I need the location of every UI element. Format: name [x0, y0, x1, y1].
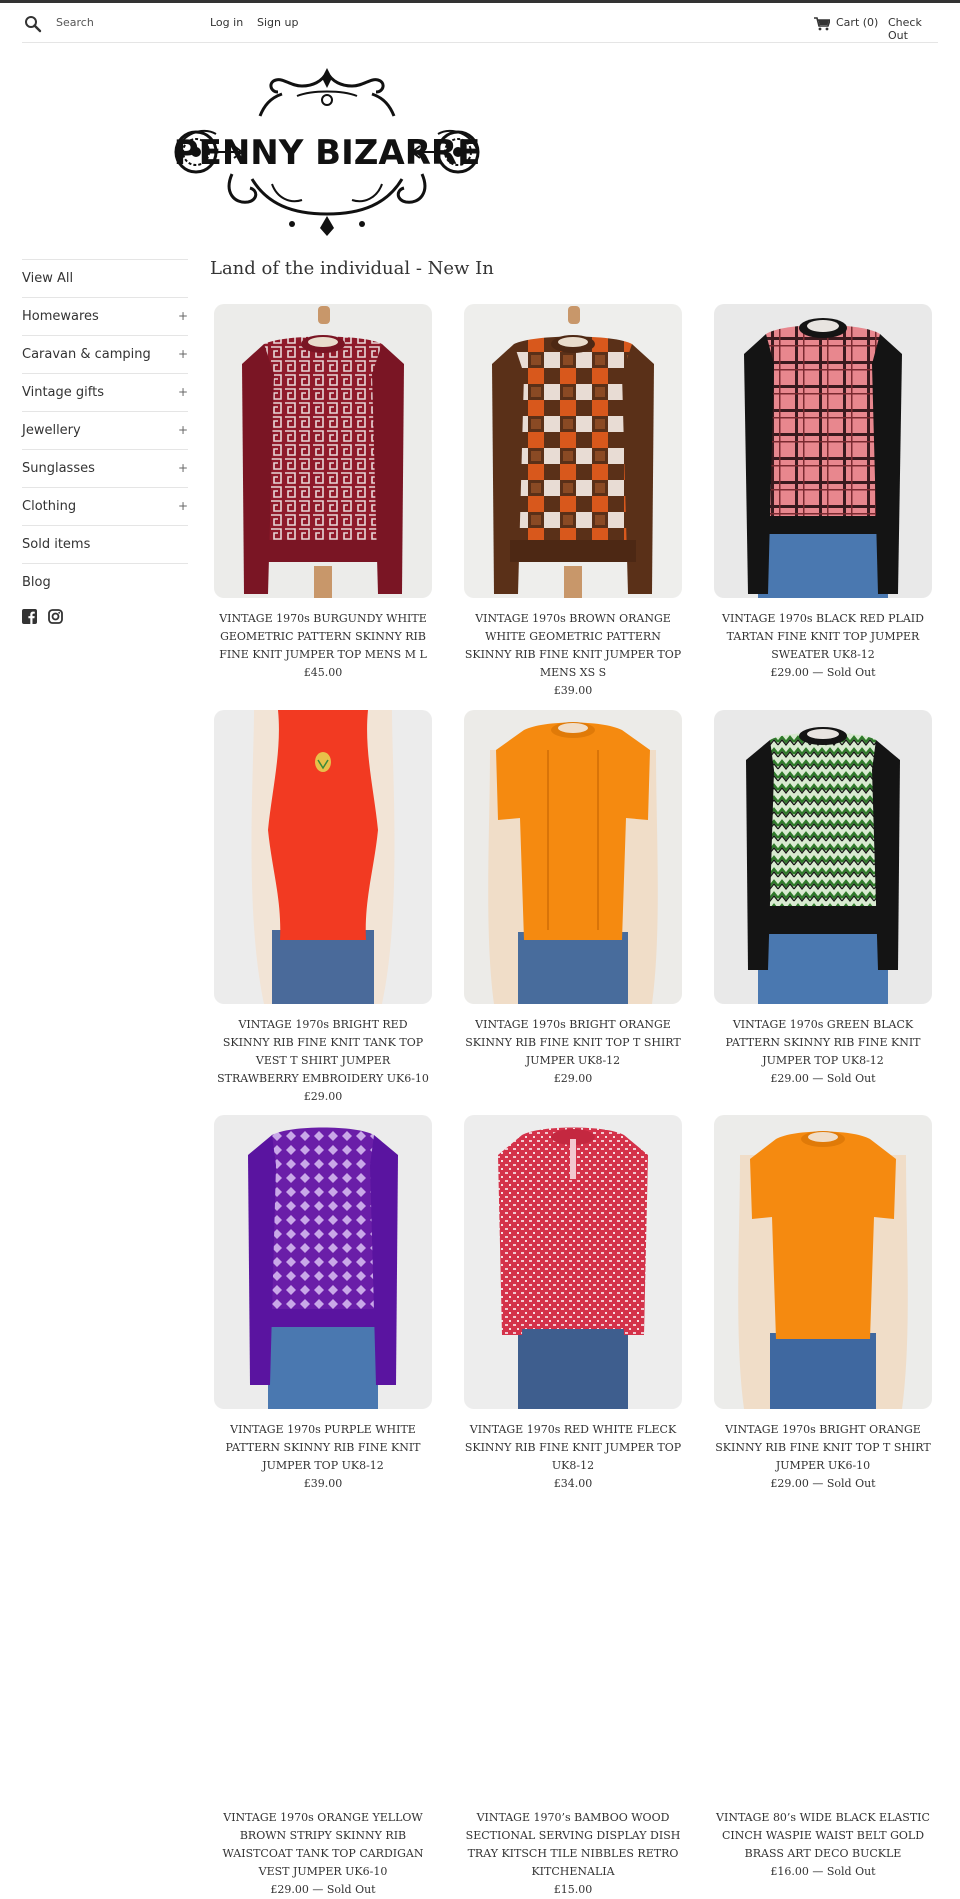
product-card[interactable]: VINTAGE 1970s BURGUNDY WHITE GEOMETRIC P… [212, 304, 434, 682]
product-price: £16.00 — Sold Out [770, 1865, 876, 1878]
sidebar-item-vintage-gifts[interactable]: Vintage gifts + [22, 373, 188, 411]
product-price: £29.00 [303, 1090, 343, 1103]
site-logo[interactable]: PENNY BIZARRE [172, 64, 482, 239]
product-title[interactable]: VINTAGE 1970s ORANGE YELLOW BROWN STRIPY… [212, 1809, 434, 1881]
collection-title: Land of the individual - New In [210, 258, 494, 279]
product-title[interactable]: VINTAGE 1970s BLACK RED PLAID TARTAN FIN… [712, 610, 934, 664]
product-title[interactable]: VINTAGE 1970’s BAMBOO WOOD SECTIONAL SER… [462, 1809, 684, 1881]
sidebar-item-caravan-camping[interactable]: Caravan & camping + [22, 335, 188, 373]
facebook-icon[interactable] [22, 609, 37, 628]
sidebar-nav: View All Homewares + Caravan & camping +… [22, 259, 188, 624]
expand-icon[interactable]: + [178, 450, 188, 487]
product-card[interactable]: VINTAGE 1970s BRIGHT ORANGE SKINNY RIB F… [462, 710, 684, 1088]
sidebar-item-label: Sold items [22, 537, 91, 552]
product-price: £15.00 [553, 1883, 593, 1896]
product-card[interactable]: VINTAGE 1970s GREEN BLACK PATTERN SKINNY… [712, 710, 934, 1088]
sidebar-item-homewares[interactable]: Homewares + [22, 297, 188, 335]
product-card[interactable]: VINTAGE 1970s ORANGE YELLOW BROWN STRIPY… [212, 1809, 434, 1899]
sidebar-item-label: Homewares [22, 309, 99, 324]
sidebar-item-label: Blog [22, 575, 51, 590]
sidebar-item-view-all[interactable]: View All [22, 259, 188, 297]
expand-icon[interactable]: + [178, 374, 188, 411]
product-image[interactable] [214, 710, 432, 1004]
product-image[interactable] [214, 304, 432, 598]
instagram-icon[interactable] [48, 609, 63, 628]
product-image[interactable] [714, 710, 932, 1004]
product-card[interactable]: VINTAGE 1970s BLACK RED PLAID TARTAN FIN… [712, 304, 934, 682]
product-card[interactable]: VINTAGE 1970’s BAMBOO WOOD SECTIONAL SER… [462, 1809, 684, 1899]
sidebar-item-blog[interactable]: Blog [22, 563, 188, 601]
sidebar-item-sunglasses[interactable]: Sunglasses + [22, 449, 188, 487]
product-title[interactable]: VINTAGE 1970s BRIGHT ORANGE SKINNY RIB F… [712, 1421, 934, 1475]
product-price: £39.00 [553, 684, 593, 697]
sidebar-item-clothing[interactable]: Clothing + [22, 487, 188, 525]
product-title[interactable]: VINTAGE 80’s WIDE BLACK ELASTIC CINCH WA… [712, 1809, 934, 1863]
cart-icon[interactable] [814, 16, 832, 31]
sidebar-item-label: Vintage gifts [22, 385, 104, 400]
product-image[interactable] [464, 710, 682, 1004]
product-price: £45.00 [303, 666, 343, 679]
product-title[interactable]: VINTAGE 1970s GREEN BLACK PATTERN SKINNY… [712, 1016, 934, 1070]
product-price: £34.00 [553, 1477, 593, 1490]
product-card[interactable]: VINTAGE 1970s BRIGHT ORANGE SKINNY RIB F… [712, 1115, 934, 1493]
sidebar-item-label: Jewellery [22, 423, 81, 438]
product-price: £29.00 — Sold Out [770, 666, 876, 679]
product-image[interactable] [214, 1115, 432, 1409]
product-title[interactable]: VINTAGE 1970s BURGUNDY WHITE GEOMETRIC P… [212, 610, 434, 664]
expand-icon[interactable]: + [178, 488, 188, 525]
product-title[interactable]: VINTAGE 1970s RED WHITE FLECK SKINNY RIB… [462, 1421, 684, 1475]
cart-link[interactable]: Cart (0) [836, 16, 878, 29]
product-card[interactable]: VINTAGE 80’s WIDE BLACK ELASTIC CINCH WA… [712, 1809, 934, 1881]
product-title[interactable]: VINTAGE 1970s BRIGHT RED SKINNY RIB FINE… [212, 1016, 434, 1088]
product-title[interactable]: VINTAGE 1970s BRIGHT ORANGE SKINNY RIB F… [462, 1016, 684, 1070]
product-card[interactable]: VINTAGE 1970s RED WHITE FLECK SKINNY RIB… [462, 1115, 684, 1493]
product-price: £29.00 — Sold Out [770, 1072, 876, 1085]
product-price: £29.00 — Sold Out [770, 1477, 876, 1490]
checkout-link[interactable]: Check Out [888, 16, 938, 42]
expand-icon[interactable]: + [178, 412, 188, 449]
product-image[interactable] [714, 1115, 932, 1409]
search-input[interactable]: Search [56, 16, 94, 29]
product-image[interactable] [714, 304, 932, 598]
product-card[interactable]: VINTAGE 1970s PURPLE WHITE PATTERN SKINN… [212, 1115, 434, 1493]
sidebar-item-sold-items[interactable]: Sold items [22, 525, 188, 563]
social-links [22, 609, 69, 625]
signup-link[interactable]: Sign up [257, 16, 298, 29]
search-icon[interactable] [24, 15, 42, 33]
product-title[interactable]: VINTAGE 1970s PURPLE WHITE PATTERN SKINN… [212, 1421, 434, 1475]
product-title[interactable]: VINTAGE 1970s BROWN ORANGE WHITE GEOMETR… [462, 610, 684, 682]
expand-icon[interactable]: + [178, 336, 188, 373]
product-card[interactable]: VINTAGE 1970s BRIGHT RED SKINNY RIB FINE… [212, 710, 434, 1106]
svg-text:PENNY BIZARRE: PENNY BIZARRE [174, 133, 481, 173]
site-header: Search Log in Sign up Cart (0) Check Out [22, 3, 938, 43]
expand-icon[interactable]: + [178, 298, 188, 335]
product-image[interactable] [464, 304, 682, 598]
sidebar-item-label: Caravan & camping [22, 347, 151, 362]
product-price: £29.00 — Sold Out [270, 1883, 376, 1896]
product-price: £29.00 [553, 1072, 593, 1085]
product-card[interactable]: VINTAGE 1970s BROWN ORANGE WHITE GEOMETR… [462, 304, 684, 700]
product-price: £39.00 [303, 1477, 343, 1490]
login-link[interactable]: Log in [210, 16, 243, 29]
product-image[interactable] [464, 1115, 682, 1409]
sidebar-item-label: View All [22, 271, 74, 286]
sidebar-item-label: Sunglasses [22, 461, 95, 476]
sidebar-item-jewellery[interactable]: Jewellery + [22, 411, 188, 449]
sidebar-item-label: Clothing [22, 499, 77, 514]
